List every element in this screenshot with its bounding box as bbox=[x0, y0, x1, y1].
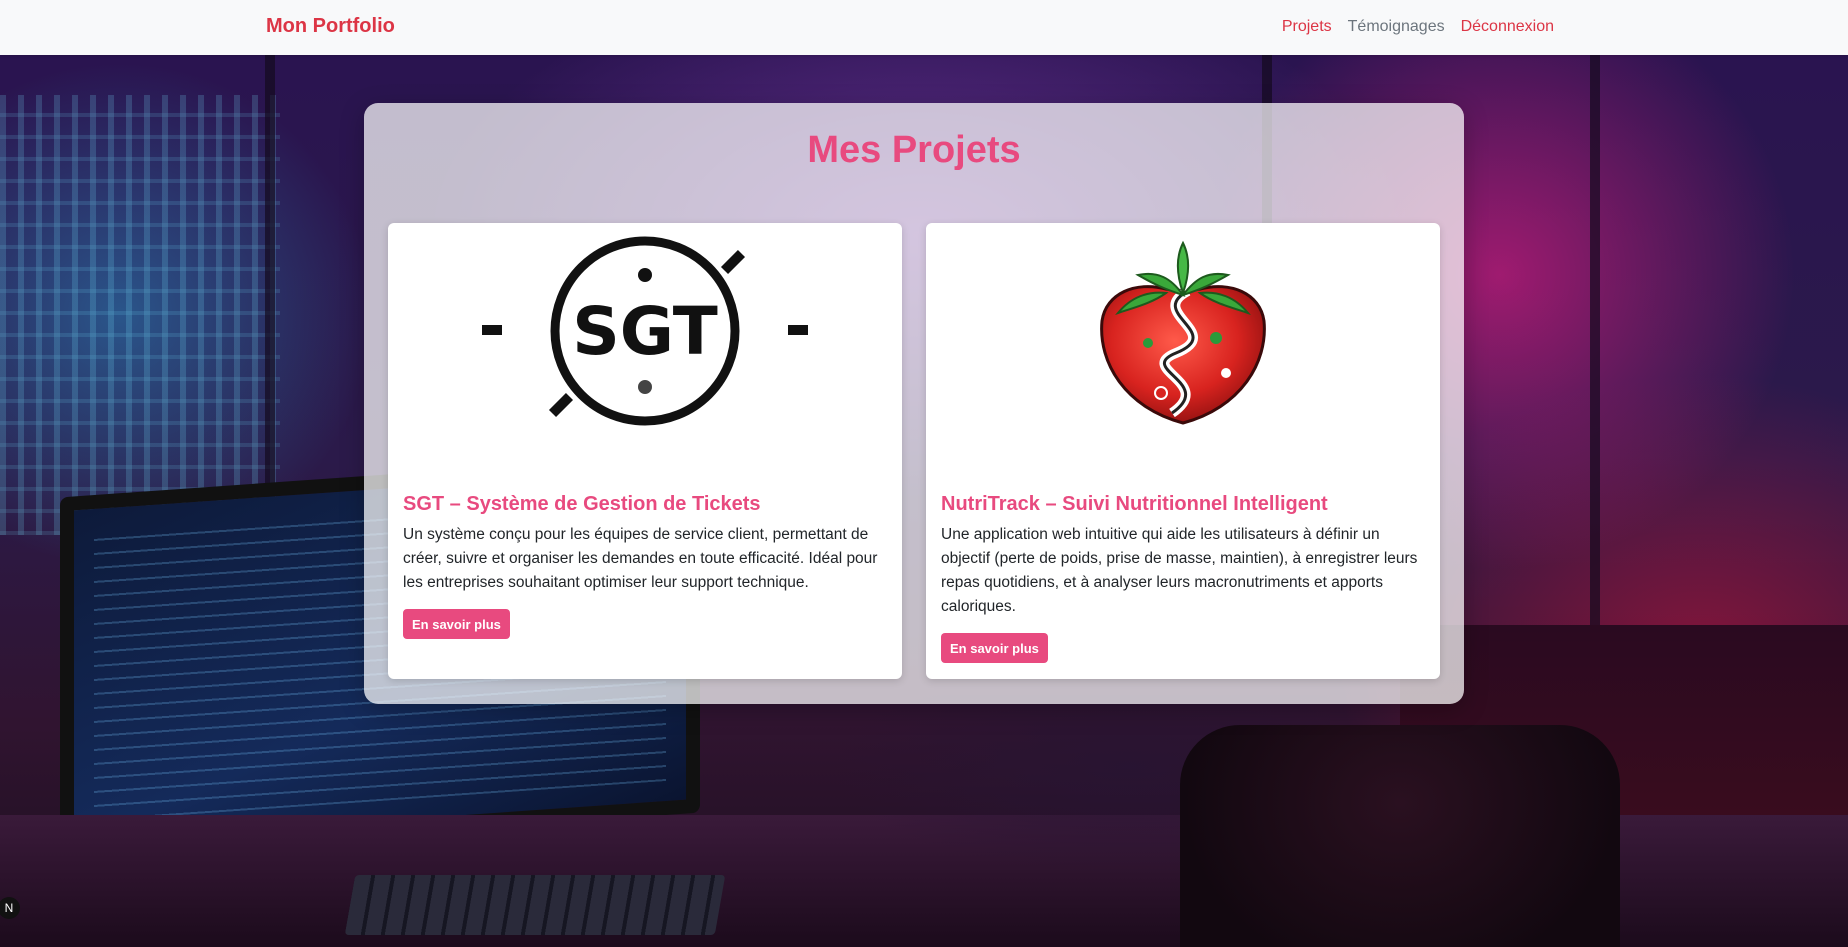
city-lights bbox=[0, 95, 280, 535]
project-title: SGT – Système de Gestion de Tickets bbox=[403, 493, 761, 515]
nav-link-deconnexion[interactable]: Déconnexion bbox=[1461, 18, 1554, 36]
learn-more-button[interactable]: En savoir plus bbox=[941, 633, 1048, 663]
keyboard bbox=[344, 875, 726, 935]
project-title: NutriTrack – Suivi Nutritionnel Intellig… bbox=[941, 493, 1328, 515]
projects-panel: Mes Projets SGT SGT – Système de Gestion… bbox=[364, 103, 1464, 704]
project-description: Une application web intuitive qui aide l… bbox=[941, 526, 1418, 615]
learn-more-button[interactable]: En savoir plus bbox=[403, 609, 510, 639]
window-frame bbox=[1590, 55, 1600, 655]
sgt-logo-icon: SGT bbox=[482, 236, 808, 426]
project-card-nutritrack: NutriTrack – Suivi Nutritionnel Intellig… bbox=[926, 223, 1440, 679]
strawberry-logo-icon bbox=[1100, 240, 1266, 425]
sgt-logo-text: SGT bbox=[572, 293, 718, 370]
page-title: Mes Projets bbox=[807, 129, 1021, 171]
chair bbox=[1180, 725, 1620, 947]
brand-link[interactable]: Mon Portfolio bbox=[266, 15, 395, 38]
project-description: Un système conçu pour les équipes de ser… bbox=[403, 526, 878, 591]
nav-link-projets[interactable]: Projets bbox=[1282, 18, 1332, 36]
navbar: Mon Portfolio Projets Témoignages Déconn… bbox=[0, 0, 1848, 55]
project-card-sgt: SGT SGT – Système de Gestion de Tickets … bbox=[388, 223, 902, 679]
nav-link-temoignages[interactable]: Témoignages bbox=[1348, 18, 1445, 36]
nav-links: Projets Témoignages Déconnexion bbox=[1282, 18, 1554, 36]
